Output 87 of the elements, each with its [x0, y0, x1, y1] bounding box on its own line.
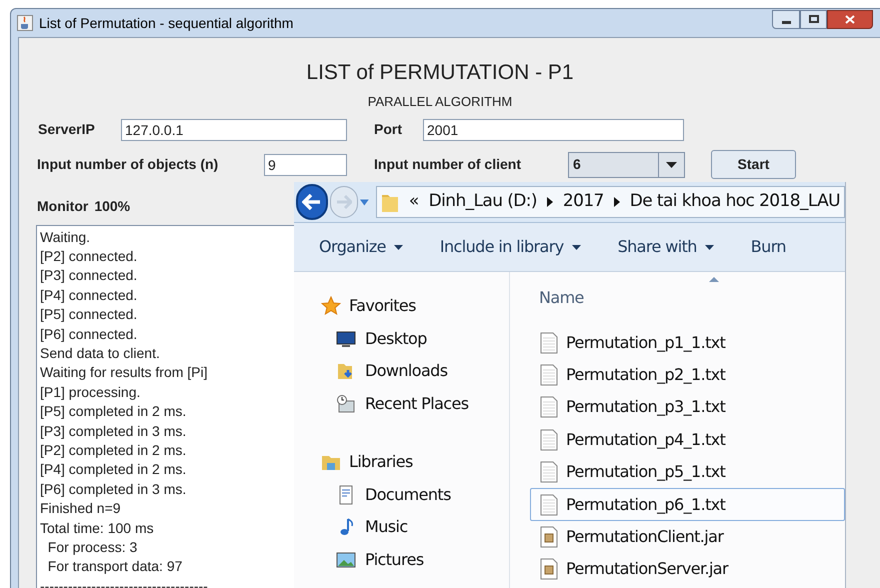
server-ip-field[interactable]: 127.0.0.1 — [121, 118, 347, 140]
text-file-icon — [540, 428, 558, 451]
log-line: [P1] processing. — [40, 382, 140, 402]
right-arrow-icon — [336, 195, 352, 210]
jar-file-icon — [540, 526, 558, 548]
nav-item[interactable]: Music — [321, 510, 509, 544]
app-subheading: PARALLEL ALGORITHM — [366, 93, 514, 111]
nav-item[interactable]: Downloads — [321, 355, 509, 388]
window-title: List of Permutation - sequential algorithm — [39, 14, 294, 33]
log-line: For process: 3 — [46, 538, 138, 557]
log-line: [P6] connected. — [40, 324, 138, 344]
start-button[interactable]: Start — [711, 150, 796, 179]
file-item[interactable]: PermutationServer.jar — [530, 553, 845, 586]
clock-folder-icon — [336, 394, 356, 414]
log-line: Send data to client. — [40, 344, 160, 363]
text-file-icon — [540, 461, 558, 484]
log-line: [P2] completed in 2 ms. — [40, 440, 186, 460]
nav-item[interactable]: Recent Places — [321, 388, 509, 420]
port-field[interactable]: 2001 — [423, 118, 684, 140]
minimize-button[interactable] — [772, 10, 800, 28]
chevron-right-icon — [614, 197, 620, 208]
text-file-icon — [540, 494, 558, 516]
log-line: ------------------------------------ — [40, 576, 208, 588]
nav-item[interactable]: Pictures — [321, 543, 509, 576]
nav-item[interactable]: Documents — [321, 478, 509, 511]
log-line: [P4] connected. — [40, 286, 138, 305]
caret-icon — [572, 244, 581, 250]
breadcrumb-item[interactable]: Dinh_Lau (D:) — [428, 189, 537, 215]
history-caret-icon — [360, 198, 369, 206]
port-label: Port — [374, 120, 403, 139]
star-icon — [321, 296, 341, 316]
file-item[interactable]: Permutation_p1_1.txt — [530, 326, 845, 359]
log-line: Waiting for results from [Pi] — [40, 363, 208, 382]
text-file-icon — [540, 332, 558, 354]
log-line: [P5] completed in 2 ms. — [40, 402, 186, 422]
log-line: [P4] completed in 2 ms. — [40, 460, 186, 480]
breadcrumb-item[interactable]: De tai khoa hoc 2018_LAU — [630, 189, 840, 215]
clients-label: Input number of client — [374, 155, 522, 174]
monitor-percent: 100% — [94, 196, 130, 216]
file-item[interactable]: PermutationClient.jar — [530, 520, 845, 554]
log-line: Total time: 100 ms — [40, 518, 154, 538]
text-file-icon — [540, 364, 558, 386]
toolbar-menu[interactable]: Organize — [319, 235, 403, 260]
toolbar-menu[interactable]: Include in library — [440, 235, 581, 260]
log-line: For transport data: 97 — [46, 557, 182, 576]
left-arrow-icon — [302, 194, 322, 210]
log-line: [P6] completed in 3 ms. — [40, 480, 186, 499]
jar-file-icon — [540, 558, 558, 580]
caret-icon — [394, 244, 403, 250]
toolbar-menu[interactable]: Share with — [618, 235, 714, 260]
nav-group[interactable]: Libraries — [321, 446, 509, 478]
chevron-right-icon — [546, 197, 553, 208]
column-header[interactable]: Name — [539, 286, 584, 310]
text-file-icon — [540, 396, 558, 418]
back-button[interactable] — [296, 184, 328, 220]
sort-up-icon — [709, 277, 719, 282]
log-line: [P2] connected. — [40, 246, 138, 266]
maximize-button[interactable] — [800, 10, 827, 28]
monitor-label: Monitor — [37, 196, 88, 216]
picture-icon — [336, 550, 356, 570]
objects-label: Input number of objects (n) — [37, 155, 220, 174]
file-item[interactable]: Permutation_p2_1.txt — [530, 358, 845, 392]
monitor-icon — [336, 328, 356, 349]
file-item[interactable]: Permutation_p6_1.txt — [530, 488, 845, 521]
caret-icon — [704, 244, 714, 250]
file-item[interactable]: Permutation_p3_1.txt — [530, 391, 845, 424]
close-button[interactable] — [827, 10, 873, 28]
nav-group[interactable]: Favorites — [321, 290, 509, 322]
file-item[interactable]: Permutation_p4_1.txt — [530, 424, 845, 456]
close-icon — [845, 14, 855, 24]
toolbar-menu[interactable]: Burn — [750, 235, 786, 260]
app-heading: LIST of PERMUTATION - P1 — [305, 60, 575, 86]
clients-dropdown[interactable]: 6 — [568, 152, 685, 178]
nav-item[interactable]: Desktop — [321, 322, 509, 356]
dropdown-arrow-icon — [666, 162, 677, 168]
java-cup-icon — [17, 15, 33, 31]
file-item[interactable]: Permutation_p5_1.txt — [530, 456, 845, 488]
log-line: Waiting. — [40, 228, 90, 247]
objects-field[interactable]: 9 — [264, 154, 347, 176]
breadcrumb-item[interactable]: 2017 — [562, 189, 604, 215]
log-line: [P3] connected. — [40, 266, 138, 286]
server-ip-label: ServerIP — [38, 120, 96, 139]
overflow-chevron[interactable]: « — [408, 189, 419, 215]
address-bar[interactable]: « Dinh_Lau (D:) 2017 De tai khoa hoc 2018_LAU — [376, 186, 845, 218]
log-line: Finished n=9 — [40, 499, 121, 518]
log-line: [P3] completed in 3 ms. — [40, 422, 186, 441]
log-line: [P5] connected. — [40, 305, 138, 324]
